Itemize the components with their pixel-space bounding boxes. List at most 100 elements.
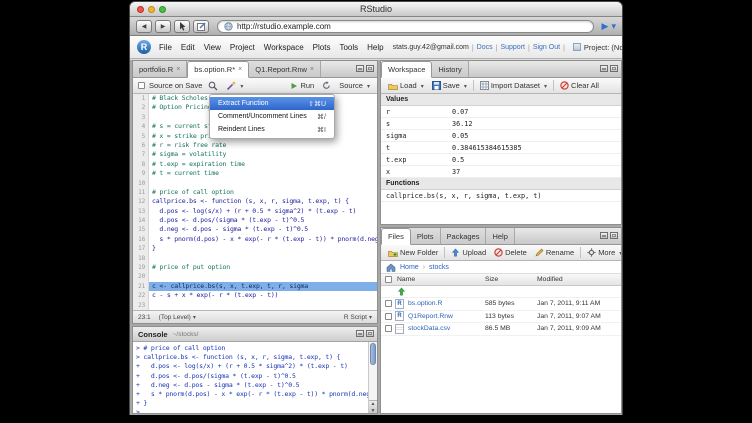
home-icon[interactable] [386,263,396,272]
file-row[interactable]: RQ1Report.Rnw113 bytesJan 7, 2011, 9:07 … [381,311,621,324]
docs-link[interactable]: Docs [477,44,493,51]
close-icon[interactable]: × [310,66,314,73]
editor-line[interactable]: 23 [133,301,377,310]
new-folder-button[interactable]: New Folder [386,248,440,257]
parent-directory-row[interactable] [381,286,621,298]
workspace-value-row[interactable]: t0.384615384615385 [381,142,621,154]
up-directory-icon[interactable] [397,287,406,296]
rename-button[interactable]: Rename [533,248,576,257]
zoom-window-button[interactable] [159,6,166,13]
editor-line[interactable]: 19# price of put option [133,263,377,272]
menu-item[interactable]: Extract Function⇧⌘U [210,97,334,110]
workspace-value-row[interactable]: t.exp0.5 [381,154,621,166]
select-all-checkbox[interactable] [385,276,392,283]
minimize-pane-icon[interactable] [356,65,364,72]
close-icon[interactable]: × [238,66,242,73]
cursor-icon[interactable] [174,20,190,33]
file-row[interactable]: stockData.csv86.5 MBJan 7, 2011, 9:09 AM [381,323,621,336]
workspace-value-row[interactable]: s36.12 [381,118,621,130]
tab-portfolio[interactable]: portfolio.R × [133,61,187,77]
editor-line[interactable]: 11# price of call option [133,188,377,197]
file-checkbox[interactable] [385,313,392,320]
tab-help[interactable]: Help [486,228,514,244]
console-output[interactable]: > # price of call option> callprice.bs <… [133,342,368,413]
tab-q1-report[interactable]: Q1.Report.Rnw × [249,61,321,77]
file-link[interactable]: stockData.csv [408,325,485,332]
tab-files[interactable]: Files [381,228,411,245]
editor-line[interactable]: 10 [133,179,377,188]
support-link[interactable]: Support [500,44,525,51]
upload-button[interactable]: Upload [449,248,488,257]
column-name[interactable]: Name [397,276,485,283]
column-size[interactable]: Size [485,276,537,283]
delete-button[interactable]: Delete [492,248,529,257]
workspace-value-row[interactable]: sigma0.05 [381,130,621,142]
menu-workspace[interactable]: Workspace [264,43,304,52]
menu-view[interactable]: View [204,43,221,52]
compose-icon[interactable] [193,20,209,33]
close-window-button[interactable] [137,6,144,13]
menu-item[interactable]: Reindent Lines⌘I [210,123,334,136]
url-bar[interactable]: http://rstudio.example.com [217,20,594,33]
minimize-pane-icon[interactable] [356,330,364,337]
workspace-value-row[interactable]: r0.07 [381,106,621,118]
doc-type-selector[interactable]: R Script [344,314,372,321]
menu-item[interactable]: Comment/Uncomment Lines⌘/ [210,110,334,123]
file-checkbox[interactable] [385,325,392,332]
browser-back-button[interactable]: ◀ [136,20,152,33]
maximize-pane-icon[interactable] [610,65,618,72]
maximize-pane-icon[interactable] [366,65,374,72]
workspace-value-row[interactable]: x37 [381,166,621,178]
project-selector[interactable]: Project: (None) [573,43,623,52]
editor-line[interactable]: 15 d.neg <- d.pos - sigma * (t.exp - t)^… [133,225,377,234]
minimize-window-button[interactable] [148,6,155,13]
clear-all-button[interactable]: Clear All [558,81,601,90]
editor-line[interactable]: 22c - s + x * exp(- r * (t.exp - t)) [133,291,377,300]
editor-line[interactable]: 6# r = risk free rate [133,141,377,150]
maximize-pane-icon[interactable] [610,232,618,239]
find-replace-icon[interactable] [206,81,220,91]
tab-packages[interactable]: Packages [441,228,487,244]
tab-workspace[interactable]: Workspace [381,61,432,78]
menu-file[interactable]: File [159,43,172,52]
editor-line[interactable]: 13 d.pos <- log(s/x) + (r + 0.5 * sigma^… [133,207,377,216]
menu-project[interactable]: Project [230,43,255,52]
editor-line[interactable]: 17} [133,244,377,253]
code-tools-icon[interactable] [224,81,245,91]
file-checkbox[interactable] [385,300,392,307]
editor-line[interactable]: 18 [133,254,377,263]
scope-selector[interactable]: (Top Level) [159,314,196,321]
tab-plots[interactable]: Plots [411,228,441,244]
menu-tools[interactable]: Tools [339,43,358,52]
load-button[interactable]: Load [386,81,426,90]
source-on-save-checkbox[interactable] [138,82,145,89]
tab-bs-option[interactable]: bs.option.R* × [187,61,249,78]
tab-history[interactable]: History [432,61,468,77]
menu-help[interactable]: Help [367,43,383,52]
window-titlebar[interactable]: RStudio [130,2,622,17]
sign-out-link[interactable]: Sign Out [533,44,560,51]
import-dataset-button[interactable]: Import Dataset [478,81,549,90]
menu-edit[interactable]: Edit [181,43,195,52]
file-link[interactable]: Q1Report.Rnw [408,313,485,320]
editor-line[interactable]: 7# sigma = volatility [133,150,377,159]
editor-line[interactable]: 21c <- callprice.bs(s, x, t.exp, t, r, s… [133,282,377,291]
editor-line[interactable]: 20 [133,272,377,281]
close-icon[interactable]: × [176,66,180,73]
maximize-pane-icon[interactable] [366,330,374,337]
scrollbar-thumb[interactable] [370,343,376,365]
play-icon[interactable]: ▶ [602,20,609,33]
workspace-function-row[interactable]: callprice.bs(s, x, r, sigma, t.exp, t) [381,190,621,202]
minimize-pane-icon[interactable] [600,232,608,239]
editor-line[interactable]: 8# t.exp = expiration time [133,160,377,169]
run-button[interactable]: Run [288,81,316,90]
more-button[interactable]: More [585,248,622,257]
editor-line[interactable]: 14 d.pos <- d.pos/(sigma * (t.exp - t)^0… [133,216,377,225]
console-scrollbar[interactable]: ▲▼ [368,342,377,413]
editor-line[interactable]: 12callprice.bs <- function (s, x, r, sig… [133,197,377,206]
save-button[interactable]: Save [430,81,469,90]
source-button[interactable]: Source [337,81,372,90]
scrollbar-arrows[interactable]: ▲▼ [369,400,377,413]
editor-line[interactable]: 16 s * pnorm(d.pos) - x * exp(- r * (t.e… [133,235,377,244]
minimize-pane-icon[interactable] [600,65,608,72]
